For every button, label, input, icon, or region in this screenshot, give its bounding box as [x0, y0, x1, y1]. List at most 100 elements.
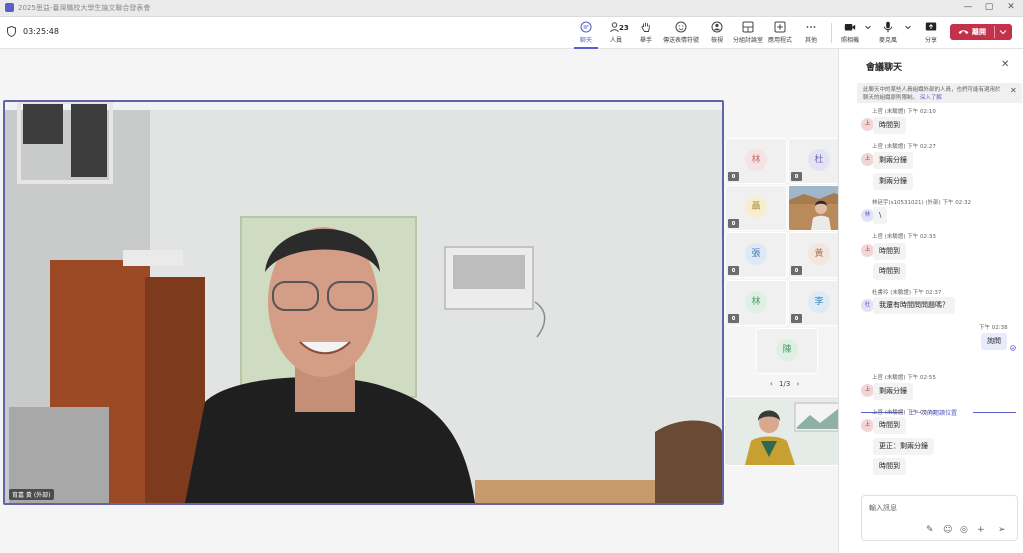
- chevron-down-icon: [905, 25, 911, 30]
- self-view-tile[interactable]: [724, 396, 851, 466]
- previous-page-button[interactable]: ‹: [770, 380, 773, 388]
- tile-pager: ‹ 1/3 ›: [770, 380, 799, 388]
- microphone-button[interactable]: 麥克風: [876, 21, 900, 47]
- camera-button[interactable]: 照相機: [838, 21, 862, 47]
- camera-options-button[interactable]: [863, 21, 873, 47]
- message-bubble[interactable]: 時間到: [873, 117, 906, 134]
- teams-logo-icon: [5, 3, 14, 12]
- leave-button[interactable]: 離開: [950, 24, 1012, 40]
- close-window-button[interactable]: ✕: [1004, 2, 1018, 12]
- react-button[interactable]: 傳送表情符號: [663, 21, 699, 47]
- add-icon[interactable]: +: [977, 525, 985, 535]
- message-bubble[interactable]: 我還有時間問問題嗎？: [873, 297, 955, 314]
- meeting-timer: 03:25:48: [23, 27, 59, 36]
- chat-icon: [580, 21, 592, 33]
- main-video[interactable]: 育嘉 黃 (外部): [3, 100, 724, 505]
- message-meta: 下午 02:38: [979, 325, 1008, 331]
- message-bubble[interactable]: \: [873, 207, 888, 224]
- self-video: [725, 397, 850, 465]
- participant-tile[interactable]: 聶: [725, 185, 787, 231]
- maximize-button[interactable]: ▢: [982, 2, 996, 12]
- divider-line: [973, 412, 1016, 413]
- chevron-down-icon: [999, 30, 1007, 35]
- share-label: 分享: [924, 37, 937, 44]
- minimize-button[interactable]: —: [961, 2, 975, 12]
- avatar: 杜: [808, 149, 830, 171]
- avatar: 陳: [776, 339, 798, 361]
- people-button[interactable]: 23 人員: [604, 21, 629, 47]
- mic-off-icon: [728, 172, 739, 181]
- message-bubble[interactable]: 剩兩分鐘: [873, 383, 913, 400]
- view-icon: [711, 21, 723, 33]
- message-meta: 上官 (未驗證) 下午 02:33: [872, 234, 936, 240]
- add-app-icon: [774, 21, 786, 33]
- message-meta: 上官 (未驗證) 下午 03:01: [872, 410, 936, 416]
- message-meta: 上官 (未驗證) 下午 02:27: [872, 144, 936, 150]
- people-label: 人員: [609, 37, 622, 44]
- more-button[interactable]: 其他: [800, 21, 822, 47]
- message-bubble[interactable]: 時間到: [873, 263, 906, 280]
- breakout-rooms-icon: [742, 21, 754, 33]
- avatar: 聶: [745, 196, 767, 218]
- emoji-icon[interactable]: ☺: [943, 525, 952, 535]
- raise-hand-label: 舉手: [639, 37, 652, 44]
- send-icon[interactable]: ➢: [998, 525, 1006, 535]
- format-icon[interactable]: ✎: [926, 525, 934, 535]
- message-bubble[interactable]: 更正：剩兩分鐘: [873, 438, 934, 455]
- video-feed: [5, 102, 722, 503]
- message-bubble[interactable]: 時間到: [873, 417, 906, 434]
- mic-off-icon: [728, 266, 739, 275]
- microphone-options-button[interactable]: [903, 21, 913, 47]
- message-bubble[interactable]: 剩兩分鐘: [873, 152, 913, 169]
- mic-off-icon: [791, 172, 802, 181]
- loop-icon[interactable]: ◎: [960, 525, 968, 535]
- message-bubble[interactable]: 時間到: [873, 243, 906, 260]
- message-compose-box[interactable]: 輸入訊息 ✎ ☺ ◎ + ➢: [861, 495, 1018, 541]
- hang-up-icon: [958, 30, 969, 34]
- chat-title: 會議聊天: [866, 63, 903, 73]
- participant-tile[interactable]: 林: [725, 280, 787, 326]
- message-bubble[interactable]: 剩兩分鐘: [873, 173, 913, 190]
- chat-panel: 會議聊天 ✕ 此聊天中的某些人員組織外部的人員，也們可能有適用於聊天的組織原則限…: [838, 49, 1023, 553]
- participant-tile[interactable]: 陳: [756, 328, 818, 374]
- emoji-icon: [675, 21, 687, 33]
- avatar: 林: [745, 291, 767, 313]
- apps-button[interactable]: 應用程式: [766, 21, 794, 47]
- breakout-rooms-label: 分組討論室: [732, 37, 763, 44]
- breakout-rooms-button[interactable]: 分組討論室: [732, 21, 764, 47]
- avatar: 李: [808, 291, 830, 313]
- more-label: 其他: [804, 37, 817, 44]
- microphone-icon: [884, 21, 892, 33]
- raise-hand-button[interactable]: 舉手: [634, 21, 658, 47]
- share-button[interactable]: 分享: [920, 21, 942, 47]
- mic-off-icon: [728, 314, 739, 323]
- toolbar-separator: [831, 23, 832, 43]
- dismiss-notice-button[interactable]: ✕: [1010, 87, 1017, 95]
- message-meta: 林廷宇(s10531021) (外部) 下午 02:32: [872, 200, 972, 206]
- chevron-down-icon: [865, 25, 871, 30]
- shield-icon: [7, 26, 16, 37]
- message-meta: 上官 (未驗證) 下午 02:55: [872, 375, 936, 381]
- close-chat-button[interactable]: ✕: [1001, 59, 1009, 70]
- window-title: 2025思益-臺灣職校大學生論文聯合發表會: [18, 4, 151, 12]
- participant-tile[interactable]: 林: [725, 138, 787, 184]
- compose-placeholder: 輸入訊息: [869, 504, 897, 512]
- message-bubble[interactable]: 時間到: [873, 458, 906, 475]
- camera-icon: [844, 24, 856, 31]
- react-label: 傳送表情符號: [663, 37, 700, 44]
- view-button[interactable]: 檢視: [705, 21, 729, 47]
- next-page-button[interactable]: ›: [797, 380, 800, 388]
- more-icon: [806, 26, 816, 28]
- mic-off-icon: [728, 219, 739, 228]
- mic-off-icon: [791, 266, 802, 275]
- chat-button[interactable]: 聊天: [574, 21, 598, 49]
- learn-more-link[interactable]: 深入了解: [920, 95, 942, 101]
- apps-label: 應用程式: [767, 37, 792, 44]
- my-message-bubble[interactable]: 詢問: [981, 333, 1007, 350]
- view-label: 檢視: [710, 37, 723, 44]
- share-icon: [925, 22, 937, 31]
- participant-tile[interactable]: 張: [725, 232, 787, 278]
- hand-icon: [641, 22, 650, 32]
- external-notice: 此聊天中的某些人員組織外部的人員，也們可能有適用於聊天的組織原則限制。 深入了解…: [857, 83, 1022, 103]
- mic-off-icon: [791, 314, 802, 323]
